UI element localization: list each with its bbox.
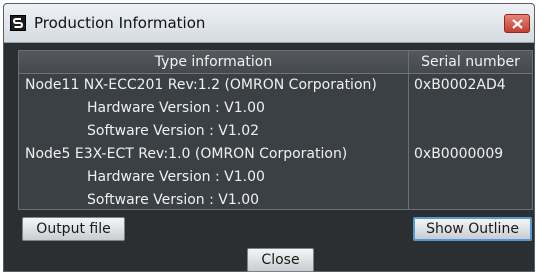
column-divider[interactable]: [408, 51, 409, 209]
table-header: Type information Serial number: [19, 51, 532, 74]
window-title: Production Information: [34, 14, 206, 32]
node-type-cell[interactable]: Node11 NX-ECC201 Rev:1.2 (OMRON Corporat…: [25, 77, 377, 93]
production-info-table: Type information Serial number Node11 NX…: [18, 50, 533, 210]
software-version-cell: Software Version : V1.00: [87, 192, 260, 208]
close-button[interactable]: Close: [247, 248, 314, 272]
output-file-button[interactable]: Output file: [22, 217, 125, 241]
close-icon[interactable]: [504, 14, 530, 33]
software-version-cell: Software Version : V1.02: [87, 123, 260, 139]
hardware-version-cell: Hardware Version : V1.00: [87, 100, 265, 116]
column-header-type-information[interactable]: Type information: [19, 54, 408, 70]
serial-number-cell[interactable]: 0xB0000009: [414, 146, 503, 162]
application-icon: [10, 15, 26, 31]
serial-number-cell[interactable]: 0xB0002AD4: [414, 77, 506, 93]
column-header-serial-number[interactable]: Serial number: [409, 54, 532, 70]
title-bar[interactable]: Production Information: [4, 4, 534, 43]
production-information-dialog: Production Information Type information …: [3, 3, 535, 272]
show-outline-button[interactable]: Show Outline: [413, 217, 532, 241]
hardware-version-cell: Hardware Version : V1.00: [87, 169, 265, 185]
node-type-cell[interactable]: Node5 E3X-ECT Rev:1.0 (OMRON Corporation…: [25, 146, 347, 162]
